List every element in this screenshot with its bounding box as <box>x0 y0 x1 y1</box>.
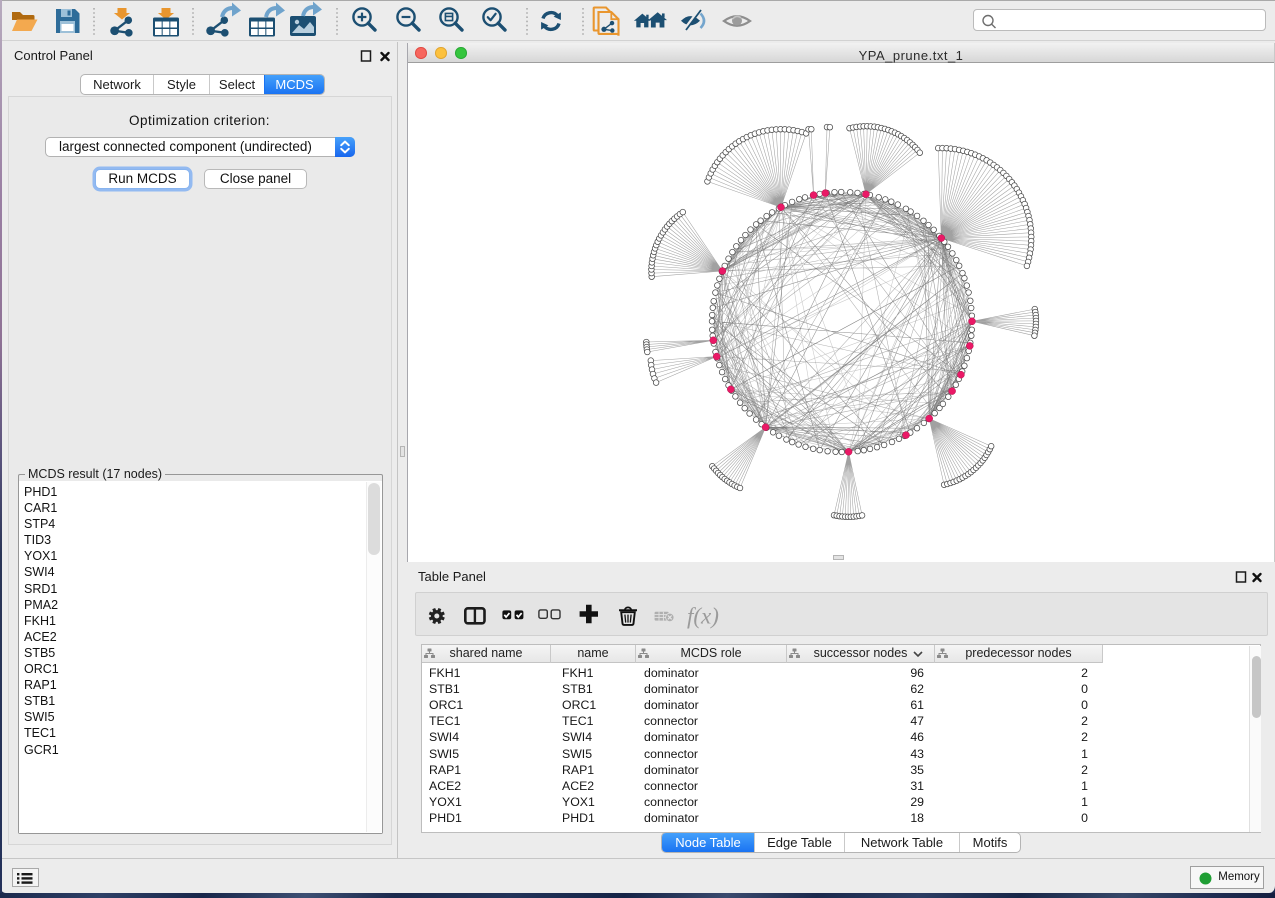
svg-text:f(x): f(x) <box>687 604 719 629</box>
